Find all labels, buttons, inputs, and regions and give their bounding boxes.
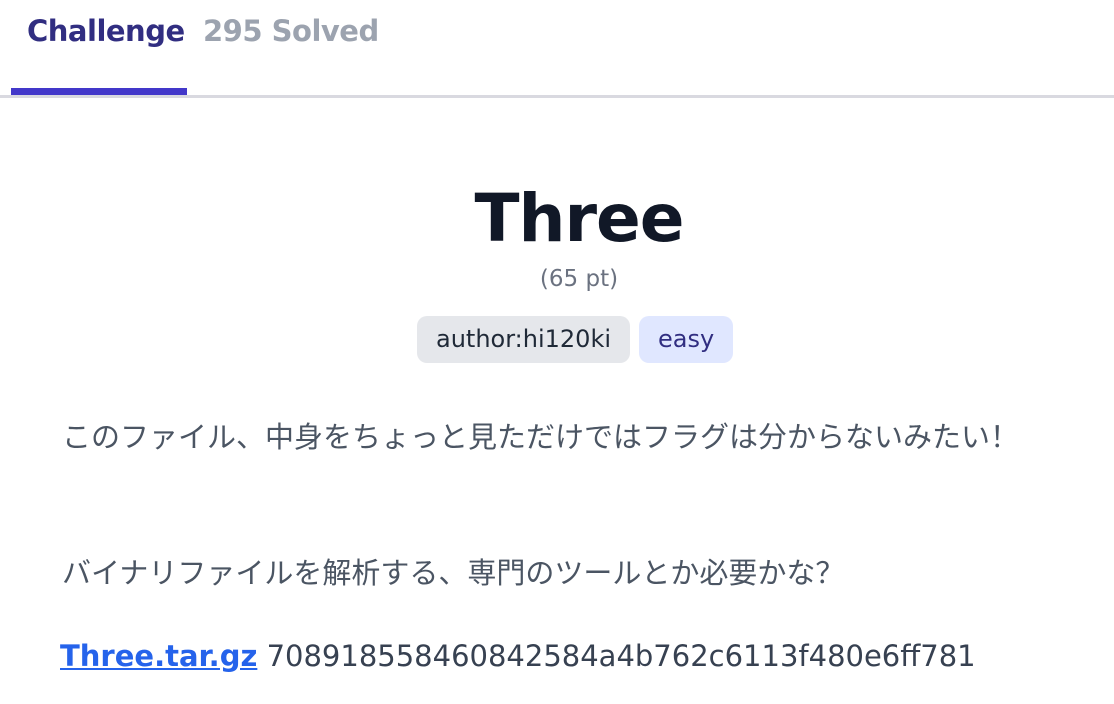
description-paragraph: このファイル、中身をちょっと見ただけではフラグは分からないみたい！ — [62, 420, 1020, 454]
attachment-row: Three.tar.gz 708918558460842584a4b762c61… — [60, 639, 976, 673]
file-download-link[interactable]: Three.tar.gz — [60, 639, 257, 673]
tag-list: author:hi120ki easy — [417, 316, 734, 363]
tab-challenge[interactable]: Challenge — [27, 14, 185, 48]
tab-solved[interactable]: 295 Solved — [203, 14, 379, 48]
challenge-title: Three — [474, 180, 684, 257]
challenge-points: (65 pt) — [539, 266, 619, 292]
difficulty-tag: easy — [639, 316, 734, 363]
tab-bar: Challenge 295 Solved — [0, 0, 1114, 98]
description-paragraph: バイナリファイルを解析する、専門のツールとか必要かな？ — [62, 556, 845, 590]
active-tab-indicator — [11, 88, 187, 95]
author-tag: author:hi120ki — [417, 316, 631, 363]
file-hash: 708918558460842584a4b762c6113f480e6ff781 — [266, 639, 976, 673]
